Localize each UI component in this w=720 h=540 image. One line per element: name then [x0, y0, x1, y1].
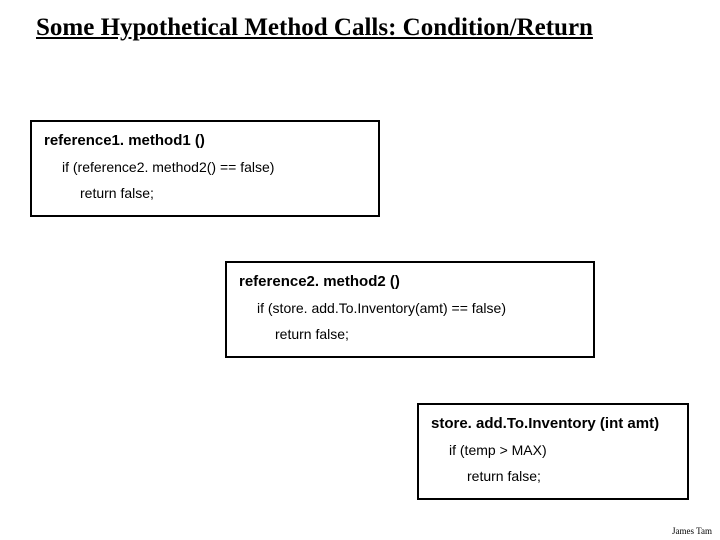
footer-author: James Tam — [672, 526, 712, 536]
box3-signature: store. add.To.Inventory (int amt) — [431, 415, 675, 432]
box2-signature: reference2. method2 () — [239, 273, 581, 290]
box1-condition: if (reference2. method2() == false) — [62, 159, 366, 175]
box2-condition: if (store. add.To.Inventory(amt) == fals… — [257, 300, 581, 316]
box1-return: return false; — [80, 185, 366, 201]
code-box-3: store. add.To.Inventory (int amt) if (te… — [417, 403, 689, 500]
code-box-2: reference2. method2 () if (store. add.To… — [225, 261, 595, 358]
slide-title: Some Hypothetical Method Calls: Conditio… — [36, 14, 593, 42]
code-box-1: reference1. method1 () if (reference2. m… — [30, 120, 380, 217]
box2-return: return false; — [275, 326, 581, 342]
box1-signature: reference1. method1 () — [44, 132, 366, 149]
box3-condition: if (temp > MAX) — [449, 442, 675, 458]
box3-return: return false; — [467, 468, 675, 484]
